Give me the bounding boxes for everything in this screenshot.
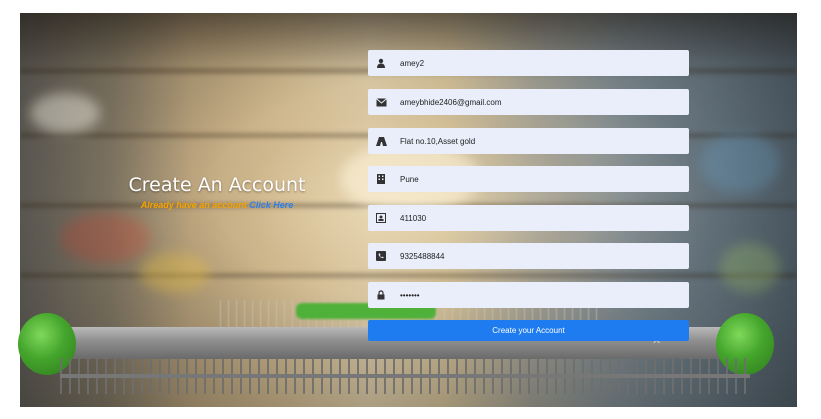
phone-icon (368, 243, 394, 269)
phone-input[interactable] (400, 243, 680, 269)
lock-icon (368, 282, 394, 308)
pincode-input[interactable] (400, 205, 680, 231)
road-icon (368, 128, 394, 154)
pincode-field (368, 205, 689, 231)
city-input[interactable] (400, 166, 680, 192)
username-field (368, 50, 689, 76)
address-field (368, 128, 689, 154)
envelope-icon (368, 89, 394, 115)
email-field (368, 89, 689, 115)
page-title: Create An Account (128, 174, 306, 196)
create-account-button[interactable]: Create your Account (368, 320, 689, 341)
login-link[interactable]: Click Here (249, 200, 293, 210)
city-field (368, 166, 689, 192)
password-field (368, 282, 689, 308)
hero-heading: Create An Account Already have an accoun… (127, 173, 307, 211)
cart-front-rail (60, 374, 750, 378)
login-prompt-text: Already have an account (140, 200, 247, 210)
username-input[interactable] (400, 50, 680, 76)
email-input[interactable] (400, 89, 680, 115)
building-icon (368, 166, 394, 192)
id-card-icon (368, 205, 394, 231)
address-input[interactable] (400, 128, 680, 154)
password-input[interactable] (400, 282, 680, 308)
user-icon (368, 50, 394, 76)
login-prompt: Already have an account Click Here (127, 199, 307, 211)
phone-field (368, 243, 689, 269)
